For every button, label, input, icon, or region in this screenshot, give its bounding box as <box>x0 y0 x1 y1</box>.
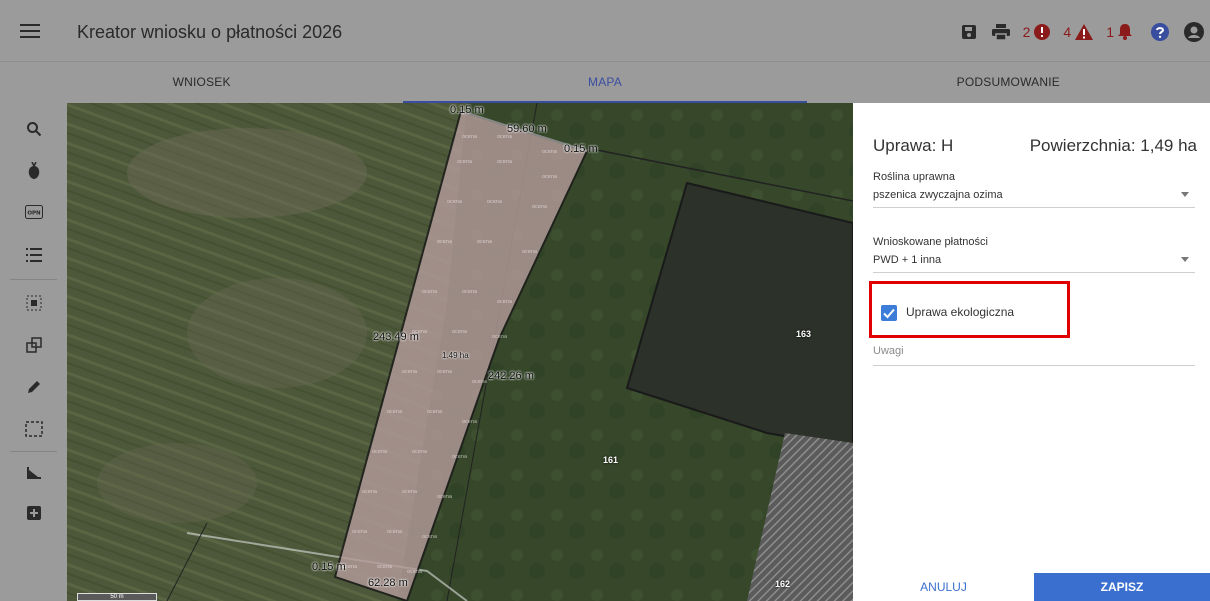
measurement-label: 243.49 m <box>373 331 419 343</box>
app-header: Kreator wniosku o płatności 2026 2 4 1 <box>0 0 1210 62</box>
print-icon[interactable] <box>991 24 1010 40</box>
area-label: 1.49 ha <box>442 351 469 360</box>
eco-label: Uprawa ekologiczna <box>906 305 1015 319</box>
svg-text:ocena: ocena <box>457 159 472 165</box>
user-icon[interactable] <box>1184 22 1204 42</box>
tab-wniosek[interactable]: WNIOSEK <box>0 62 403 103</box>
svg-text:ocena: ocena <box>487 199 502 205</box>
save-button[interactable]: ZAPISZ <box>1034 573 1210 601</box>
svg-text:ocena: ocena <box>377 564 392 570</box>
main-tabs: WNIOSEK MAPA PODSUMOWANIE <box>0 62 1210 103</box>
svg-text:ocena: ocena <box>352 529 367 535</box>
select-area-icon[interactable] <box>22 291 46 315</box>
tab-mapa[interactable]: MAPA <box>403 62 807 103</box>
svg-text:ocena: ocena <box>492 334 507 340</box>
hamburger-icon[interactable] <box>20 24 40 38</box>
search-icon[interactable] <box>22 117 46 141</box>
measurement-label: 242.26 m <box>488 370 534 382</box>
measurement-label: 59.60 m <box>507 123 547 135</box>
svg-text:ocena: ocena <box>402 369 417 375</box>
app-title: Kreator wniosku o płatności 2026 <box>77 22 343 42</box>
measurement-label: 62.28 m <box>368 577 408 589</box>
svg-text:ocena: ocena <box>362 489 377 495</box>
svg-text:ocena: ocena <box>422 289 437 295</box>
eco-checkbox[interactable] <box>881 305 897 321</box>
svg-text:ocena: ocena <box>532 204 547 210</box>
svg-text:ocena: ocena <box>522 249 537 255</box>
parcel-label-163: 163 <box>796 329 812 339</box>
bell-icon[interactable] <box>1118 24 1132 40</box>
help-icon[interactable] <box>1151 23 1169 41</box>
svg-text:ocena: ocena <box>472 379 487 385</box>
payments-label: Wnioskowane płatności <box>873 236 988 248</box>
warning-icon[interactable] <box>1075 24 1094 40</box>
notifications-count: 1 <box>1106 24 1114 40</box>
map-scale: 50 m <box>77 593 157 601</box>
map-view[interactable]: ocena ocena ocena ocena ocena ocena ocena oce… <box>67 103 853 601</box>
svg-text:ocena: ocena <box>477 239 492 245</box>
add-icon[interactable] <box>22 501 46 525</box>
chevron-down-icon <box>1181 257 1189 262</box>
svg-text:ocena: ocena <box>437 494 452 500</box>
svg-text:ocena: ocena <box>447 199 462 205</box>
opn-icon[interactable]: OPN <box>22 200 46 224</box>
map-light-patch <box>187 278 367 388</box>
svg-text:ocena: ocena <box>542 174 557 180</box>
measure-icon[interactable] <box>22 461 46 485</box>
svg-text:ocena: ocena <box>437 239 452 245</box>
payments-value: PWD + 1 inna <box>873 254 942 266</box>
svg-text:ocena: ocena <box>452 454 467 460</box>
svg-text:ocena: ocena <box>387 409 402 415</box>
crop-select[interactable]: Roślina uprawna pszenica zwyczajna ozima <box>873 171 1195 208</box>
errors-count: 2 <box>1022 24 1031 40</box>
toolbar-divider <box>10 279 57 280</box>
svg-text:ocena: ocena <box>412 449 427 455</box>
toolbar-divider <box>10 451 57 452</box>
panel-title: Uprawa: H <box>873 136 954 155</box>
svg-text:ocena: ocena <box>462 134 477 140</box>
svg-text:ocena: ocena <box>497 159 512 165</box>
svg-text:ocena: ocena <box>542 149 557 155</box>
crop-value: pszenica zwyczajna ozima <box>873 189 1003 201</box>
svg-text:ocena: ocena <box>407 569 422 575</box>
opn-label: OPN <box>27 211 41 217</box>
svg-text:ocena: ocena <box>462 289 477 295</box>
check-icon <box>883 308 895 319</box>
map-light-patch <box>97 443 257 523</box>
notes-field[interactable]: Uwagi <box>873 345 1195 366</box>
panel-area: Powierzchnia: 1,49 ha <box>1029 136 1197 155</box>
list-icon[interactable] <box>22 243 46 267</box>
chevron-down-icon <box>1181 192 1189 197</box>
svg-text:ocena: ocena <box>462 419 477 425</box>
bbox-icon[interactable] <box>22 417 46 441</box>
plant-icon[interactable] <box>22 159 46 183</box>
svg-text:ocena: ocena <box>402 489 417 495</box>
tab-podsumowanie[interactable]: PODSUMOWANIE <box>807 62 1210 103</box>
measurement-label: 0.15 m <box>312 561 346 573</box>
pencil-icon[interactable] <box>22 375 46 399</box>
svg-text:ocena: ocena <box>437 369 452 375</box>
parcel-label-161: 161 <box>603 455 619 465</box>
svg-text:ocena: ocena <box>452 329 467 335</box>
svg-text:ocena: ocena <box>387 529 402 535</box>
svg-text:ocena: ocena <box>497 299 512 305</box>
copy-icon[interactable] <box>22 333 46 357</box>
header-actions: 2 4 1 <box>961 20 1204 44</box>
save-icon[interactable] <box>961 24 977 40</box>
map-toolbar: OPN <box>0 103 67 601</box>
measurement-label: 0.15 m <box>564 143 598 155</box>
warnings-count: 4 <box>1063 24 1072 40</box>
crop-label: Roślina uprawna <box>873 171 955 183</box>
payments-select[interactable]: Wnioskowane płatności PWD + 1 inna <box>873 236 1195 273</box>
map-light-patch <box>127 128 367 218</box>
parcel-label-162: 162 <box>775 579 791 589</box>
cancel-button[interactable]: ANULUJ <box>853 573 1034 601</box>
svg-text:ocena: ocena <box>422 534 437 540</box>
crop-details-panel: Uprawa: H Powierzchnia: 1,49 ha Roślina … <box>853 103 1210 601</box>
svg-text:ocena: ocena <box>427 409 442 415</box>
measurement-label: 0.15 m <box>450 104 484 116</box>
svg-text:ocena: ocena <box>372 449 387 455</box>
error-icon[interactable] <box>1034 24 1051 40</box>
